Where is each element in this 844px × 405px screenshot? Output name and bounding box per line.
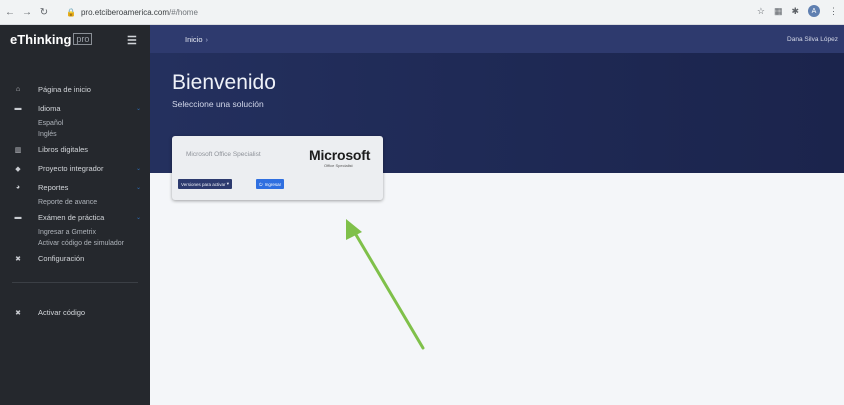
sidebar-item-label: Activar código <box>38 308 86 317</box>
hamburger-menu-icon[interactable]: ☰ <box>127 34 137 47</box>
sidebar-item-examen[interactable]: ▬ Exámen de práctica ⌄ <box>0 208 150 227</box>
sidebar-item-configuracion[interactable]: ✖ Configuración <box>0 249 150 268</box>
sidebar: eThinking pro ☰ ⌂ Página de inicio ▬ Idi… <box>0 25 150 405</box>
keyboard-icon: ▬ <box>14 214 22 221</box>
page-subtitle: Seleccione una solución <box>172 99 264 109</box>
enter-button[interactable]: ⏻ Ingresar <box>256 179 285 189</box>
sidebar-item-proyecto[interactable]: ◆ Proyecto integrador ⌄ <box>0 159 150 178</box>
sidebar-item-home[interactable]: ⌂ Página de inicio <box>0 80 150 99</box>
sidebar-item-label: Libros digitales <box>38 145 89 154</box>
keyboard-icon: ▬ <box>14 105 22 112</box>
main-content <box>150 173 844 405</box>
chart-icon: ◕ <box>15 184 21 191</box>
sidebar-item-label: Configuración <box>38 254 85 263</box>
forward-icon[interactable]: → <box>20 5 34 19</box>
microsoft-logo-subtitle: Office Specialist <box>324 163 353 168</box>
chevron-down-icon: ⌄ <box>135 185 141 191</box>
bookmark-star-icon[interactable]: ☆ <box>757 6 765 17</box>
browser-toolbar: ← → ↻ 🔒 pro.etciberoamerica.com/#/home ☆… <box>0 0 844 25</box>
breadcrumb-label: Inicio <box>185 34 203 44</box>
breadcrumb[interactable]: Inicio › <box>185 35 208 44</box>
sidebar-item-label: Idioma <box>38 104 61 113</box>
extension-icon[interactable]: ▦ <box>774 6 783 17</box>
sidebar-item-libros[interactable]: ▥ Libros digitales <box>0 140 150 159</box>
address-bar[interactable]: 🔒 pro.etciberoamerica.com/#/home <box>66 4 796 21</box>
chevron-right-icon: › <box>205 34 209 44</box>
caret-down-icon: ▾ <box>225 181 230 186</box>
sidebar-item-label: Página de inicio <box>38 85 91 94</box>
sidebar-item-label: Reportes <box>38 183 69 192</box>
chevron-down-icon: ⌄ <box>135 215 141 221</box>
sidebar-subitem-reporte-avance[interactable]: Reporte de avance <box>0 197 150 208</box>
sidebar-subitem-espanol[interactable]: Español <box>0 118 150 129</box>
sidebar-subitem-gmetrix[interactable]: Ingresar a Gmetrix <box>0 227 150 238</box>
puzzle-icon: ◆ <box>15 165 21 173</box>
sidebar-divider <box>12 282 138 283</box>
chevron-down-icon: ⌄ <box>135 106 141 112</box>
books-icon: ▥ <box>14 146 22 154</box>
chevron-down-icon: ⌄ <box>135 166 141 172</box>
sidebar-item-idioma[interactable]: ▬ Idioma ⌄ <box>0 99 150 118</box>
power-icon: ⏻ <box>259 181 263 187</box>
more-menu-icon[interactable]: ⋮ <box>829 6 838 17</box>
sidebar-item-label: Proyecto integrador <box>38 164 104 173</box>
lock-icon: 🔒 <box>66 8 76 17</box>
puzzle-extensions-icon[interactable]: ✱ <box>791 6 799 17</box>
brand-logo[interactable]: eThinking pro ☰ <box>0 25 150 53</box>
solution-name: Microsoft Office Specialist <box>186 151 261 158</box>
brand-badge: pro <box>73 33 93 45</box>
user-name[interactable]: Dana Silva López <box>787 36 838 43</box>
reload-icon[interactable]: ↻ <box>37 5 51 19</box>
enter-button-label: Ingresar <box>264 181 282 187</box>
profile-avatar[interactable]: A <box>808 5 820 17</box>
microsoft-logo: Microsoft <box>309 147 371 163</box>
sidebar-item-label: Exámen de práctica <box>38 213 105 222</box>
page-title: Bienvenido <box>172 71 276 94</box>
sidebar-subitem-simulador[interactable]: Activar código de simulador <box>0 238 150 249</box>
url-path: /#/home <box>169 8 198 17</box>
sidebar-nav: ⌂ Página de inicio ▬ Idioma ⌄ Español In… <box>0 80 150 322</box>
top-header: Inicio › Dana Silva López <box>150 25 844 53</box>
tools-icon: ✖ <box>15 255 21 263</box>
solution-card: Microsoft Office Specialist Microsoft Of… <box>172 136 383 200</box>
versions-dropdown-button[interactable]: Versiones para activar ▾ <box>178 179 233 189</box>
versions-button-label: Versiones para activar <box>181 181 226 187</box>
sidebar-subitem-ingles[interactable]: Inglés <box>0 129 150 140</box>
sidebar-item-activar-codigo[interactable]: ✖ Activar código <box>0 303 150 322</box>
home-icon: ⌂ <box>15 86 21 93</box>
sidebar-item-reportes[interactable]: ◕ Reportes ⌄ <box>0 178 150 197</box>
tools-icon: ✖ <box>15 309 21 317</box>
back-icon[interactable]: ← <box>3 5 17 19</box>
brand-name: eThinking <box>10 31 72 47</box>
url-host: pro.etciberoamerica.com <box>80 8 170 17</box>
